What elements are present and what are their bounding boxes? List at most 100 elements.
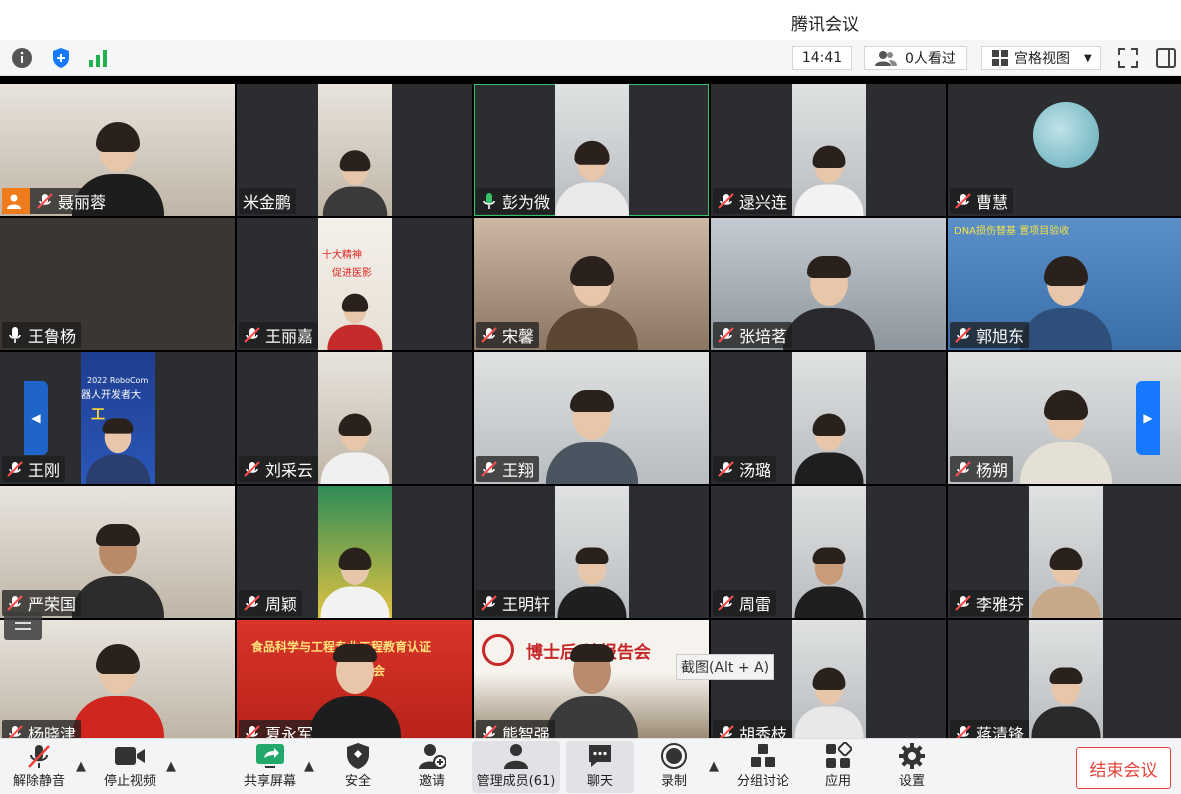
participant-tile[interactable]: 聂丽蓉: [0, 84, 235, 216]
chevron-up-icon[interactable]: ▲: [166, 759, 176, 774]
next-page-button[interactable]: ▶: [1136, 381, 1160, 455]
participant-name: 米金鹏: [243, 193, 292, 212]
signal-icon[interactable]: [86, 46, 110, 70]
participant-tile[interactable]: 米金鹏: [237, 84, 472, 216]
mic-muted-icon: [7, 595, 23, 611]
participant-video: [792, 352, 866, 484]
participant-figure: [794, 145, 864, 216]
participant-name-tag: 汤璐: [713, 456, 777, 482]
participant-figure: [794, 547, 864, 618]
participant-tile[interactable]: 宋馨: [474, 218, 709, 350]
participant-name: 逯兴连: [739, 193, 788, 212]
invite-button[interactable]: 邀请: [406, 741, 458, 793]
banner-text: 器人开发者大: [81, 390, 141, 401]
participant-figure: [1031, 667, 1101, 738]
participant-tile[interactable]: 蒋清锋: [948, 620, 1181, 738]
participant-tile[interactable]: 周雷: [711, 486, 946, 618]
participant-name: 熊智强: [502, 725, 551, 738]
participant-name: 杨朔: [976, 461, 1009, 480]
sidebar-toggle-icon[interactable]: [1154, 46, 1178, 70]
info-icon[interactable]: [10, 46, 34, 70]
unmute-button[interactable]: 解除静音: [6, 741, 72, 793]
participant-tile[interactable]: DNA损伤替基 置项目验收 郭旭东: [948, 218, 1181, 350]
participant-video: [555, 84, 629, 216]
participant-figure: [322, 150, 388, 216]
breakout-rooms-button[interactable]: 分组讨论: [732, 741, 794, 793]
previous-page-button[interactable]: ◀: [24, 381, 48, 455]
viewers-button[interactable]: 0人看过: [864, 46, 967, 70]
participant-video: [792, 486, 866, 618]
participant-figure: [71, 524, 164, 618]
share-screen-button[interactable]: 共享屏幕: [238, 741, 302, 793]
mic-muted-icon: [955, 595, 971, 611]
participant-tile[interactable]: 李雅芬: [948, 486, 1181, 618]
end-meeting-button[interactable]: 结束会议: [1076, 747, 1171, 789]
mic-muted-icon: [718, 193, 734, 209]
participant-tile[interactable]: 王明轩: [474, 486, 709, 618]
grid-icon: [992, 50, 1008, 66]
participant-tile[interactable]: 周颖: [237, 486, 472, 618]
chevron-up-icon[interactable]: ▲: [304, 759, 314, 774]
settings-label: 设置: [898, 774, 925, 789]
participant-tile[interactable]: 博士后 站报告会 熊智强: [474, 620, 709, 738]
record-icon: [660, 741, 688, 770]
security-label: 安全: [344, 774, 371, 789]
participant-name-tag: 王丽嘉: [239, 322, 319, 348]
gear-icon: [898, 741, 926, 770]
participant-name: 曹慧: [976, 193, 1009, 212]
manage-members-button[interactable]: 管理成员(61): [472, 741, 560, 793]
mic-muted-icon: [955, 327, 971, 343]
participant-tile[interactable]: 曹慧: [948, 84, 1181, 216]
chevron-up-icon[interactable]: ▲: [709, 759, 719, 774]
participant-name: 彭为微: [502, 193, 551, 212]
breakout-icon: [749, 741, 777, 770]
participant-name: 夏永军: [265, 725, 314, 738]
chat-button[interactable]: 聊天: [566, 741, 634, 793]
participant-name-tag: 蒋清锋: [950, 720, 1030, 738]
participant-name: 周颖: [265, 595, 298, 614]
settings-button[interactable]: 设置: [886, 741, 938, 793]
participant-tile[interactable]: 食品科学与工程专业工程教育认证 谈会 夏永军: [237, 620, 472, 738]
viewers-text: 0人看过: [905, 51, 956, 67]
participant-name-tag: 王明轩: [476, 590, 556, 616]
participant-figure: [782, 256, 875, 350]
participant-tile[interactable]: 张培茗: [711, 218, 946, 350]
add-user-icon: [418, 741, 446, 770]
participant-video: [318, 486, 392, 618]
participant-figure: [327, 293, 383, 350]
security-button[interactable]: 安全: [332, 741, 384, 793]
banner-text: DNA损伤替基 置项目验收: [954, 226, 1070, 237]
participant-tile[interactable]: 严荣国: [0, 486, 235, 618]
host-icon: [2, 187, 30, 214]
view-mode-select[interactable]: 宫格视图 ▼: [981, 46, 1101, 70]
record-button[interactable]: 录制: [648, 741, 700, 793]
participant-tile[interactable]: 逯兴连: [711, 84, 946, 216]
chevron-down-icon: ▼: [1084, 52, 1092, 64]
participant-tile[interactable]: 刘采云: [237, 352, 472, 484]
chat-label: 聊天: [586, 774, 613, 789]
participant-name-tag: 米金鹏: [239, 188, 297, 214]
participant-name: 王鲁杨: [28, 327, 77, 346]
mic-muted-icon: [481, 327, 497, 343]
participant-tile[interactable]: 十大精神 促进医影 王丽嘉: [237, 218, 472, 350]
participant-tile[interactable]: 汤璐: [711, 352, 946, 484]
participant-tile-active-speaker[interactable]: 彭为微: [474, 84, 709, 216]
participant-name-tag: 李雅芬: [950, 590, 1030, 616]
participant-tile[interactable]: 王鲁杨: [0, 218, 235, 350]
mic-muted-icon: [955, 461, 971, 477]
mic-muted-icon: [482, 725, 497, 738]
fullscreen-icon[interactable]: [1116, 46, 1140, 70]
participant-name: 蒋清锋: [976, 725, 1025, 738]
participant-figure: [545, 644, 638, 738]
participant-figure: [557, 547, 627, 618]
screenshot-tooltip: 截图(Alt + A): [676, 654, 775, 680]
hamburger-icon[interactable]: [4, 612, 42, 640]
chevron-up-icon[interactable]: ▲: [76, 759, 86, 774]
apps-button[interactable]: 应用: [812, 741, 864, 793]
view-mode-label: 宫格视图: [1014, 51, 1070, 67]
participant-name: 杨晓津: [28, 725, 77, 738]
participant-tile[interactable]: 王翔: [474, 352, 709, 484]
stop-video-button[interactable]: 停止视频: [98, 741, 162, 793]
shield-icon[interactable]: [49, 46, 73, 70]
participant-figure: [794, 667, 864, 738]
